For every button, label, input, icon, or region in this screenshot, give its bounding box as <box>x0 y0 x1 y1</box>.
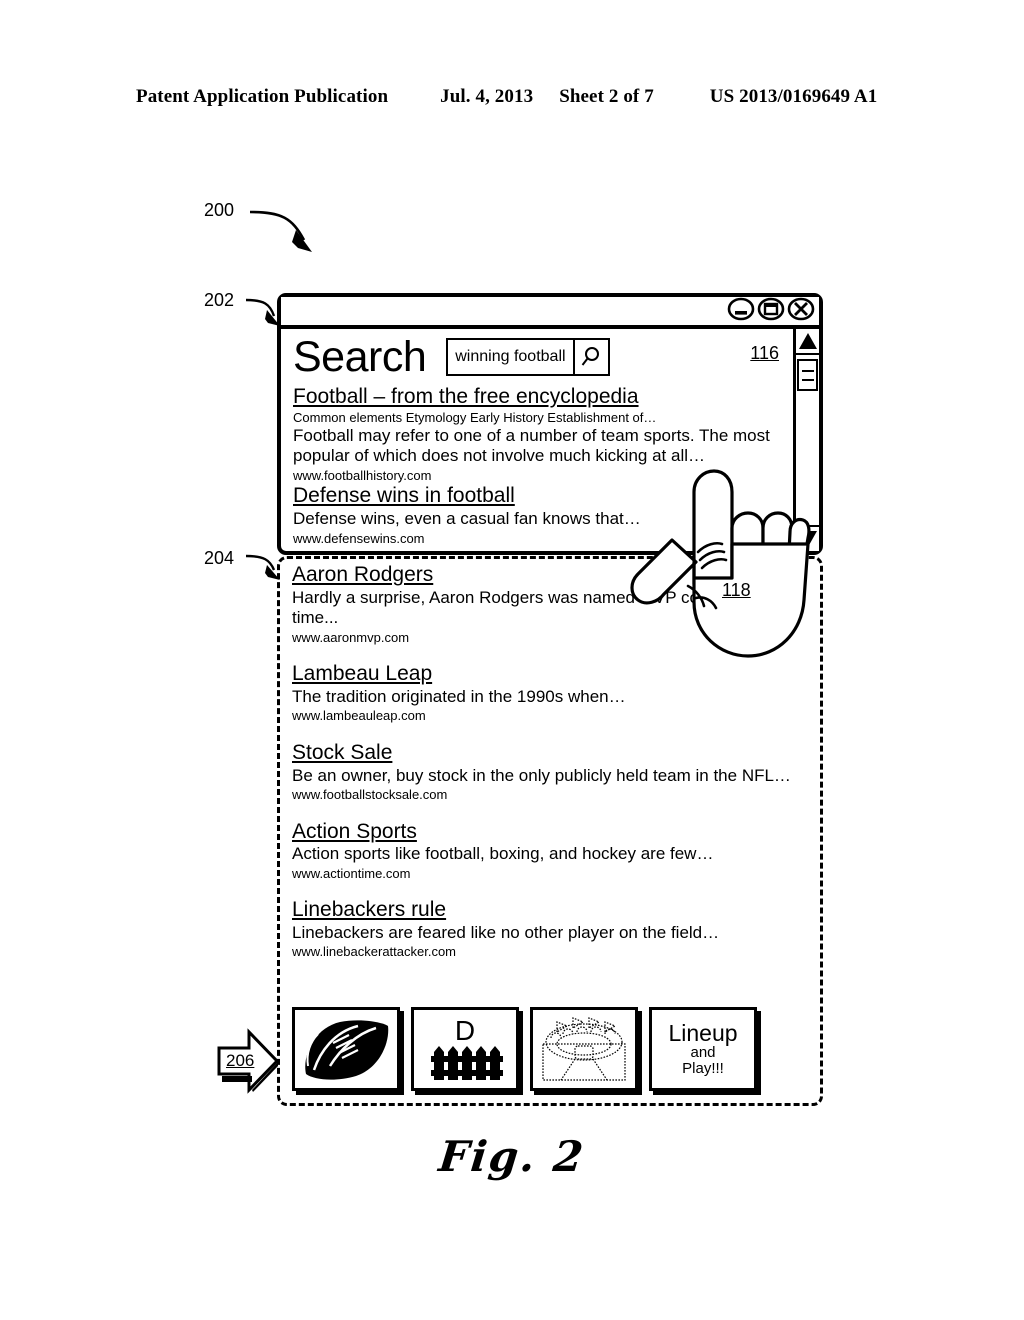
result-snippet: Football may refer to one of a number of… <box>293 426 770 466</box>
patent-header: Patent Application Publication Jul. 4, 2… <box>136 86 888 108</box>
publication-label: Patent Application Publication <box>136 86 389 107</box>
offscreen-content-region: Aaron Rodgers Hardly a surprise, Aaron R… <box>277 556 823 1106</box>
window-controls <box>727 295 815 323</box>
result-url[interactable]: www.aaronmvp.com <box>292 629 814 647</box>
search-result-item[interactable]: Linebackers rule Linebackers are feared … <box>292 898 814 961</box>
magnifier-icon[interactable] <box>572 340 608 374</box>
result-url[interactable]: www.linebackerattacker.com <box>292 943 814 961</box>
offscreen-results-list: Aaron Rodgers Hardly a surprise, Aaron R… <box>292 563 814 961</box>
search-input[interactable]: winning football <box>448 340 572 374</box>
result-url[interactable]: www.defensewins.com <box>293 530 793 548</box>
search-result-item[interactable]: Stock Sale Be an owner, buy stock in the… <box>292 741 814 804</box>
stadium-icon <box>542 1017 626 1081</box>
result-url[interactable]: www.footballhistory.com <box>293 467 793 485</box>
result-title[interactable]: Linebackers rule <box>292 898 814 923</box>
result-title[interactable]: Stock Sale <box>292 741 814 766</box>
thumbnail-stadium[interactable] <box>530 1007 638 1091</box>
scrollbar-grip-icon <box>801 369 814 381</box>
window-body: Search winning football 116 Football – f… <box>281 329 819 551</box>
result-title[interactable]: Football – from the free encyclopedia <box>293 385 793 410</box>
result-url[interactable]: www.footballstocksale.com <box>292 786 814 804</box>
result-title[interactable]: Defense wins in football <box>293 484 793 509</box>
defense-fence-icon: D <box>431 1015 503 1080</box>
ref-numeral-204: 204 <box>204 548 235 568</box>
scroll-up-icon[interactable] <box>796 329 819 353</box>
result-snippet: Action sports like football, boxing, and… <box>292 844 714 864</box>
publication-date: Jul. 4, 2013 <box>440 86 534 107</box>
close-button[interactable] <box>787 295 815 323</box>
result-url[interactable]: www.actiontime.com <box>292 865 814 883</box>
lineup-sub1: and <box>690 1044 716 1062</box>
result-snippet: Be an owner, buy stock in the only publi… <box>292 765 791 785</box>
ref-numeral-118: 118 <box>722 580 751 600</box>
leader-line-200 <box>249 210 312 252</box>
ref-numeral-206: 206 <box>226 1051 255 1070</box>
maximize-button[interactable] <box>757 295 785 323</box>
result-snippet: The tradition originated in the 1990s wh… <box>292 686 626 706</box>
scroll-down-icon[interactable] <box>796 527 819 551</box>
football-icon <box>305 1020 389 1080</box>
lineup-title: Lineup <box>668 1020 738 1047</box>
result-title[interactable]: Lambeau Leap <box>292 662 814 687</box>
search-heading: Search <box>293 332 427 381</box>
ref-numeral-202: 202 <box>204 290 235 310</box>
search-box[interactable]: winning football <box>446 338 610 376</box>
ref-numeral-116: 116 <box>750 343 779 363</box>
result-snippet: Defense wins, even a casual fan knows th… <box>293 509 641 529</box>
browser-window[interactable]: Search winning football 116 Football – f… <box>277 293 823 555</box>
search-bar-row: Search winning football 116 <box>293 329 793 385</box>
result-title[interactable]: Action Sports <box>292 820 814 845</box>
publication-number: US 2013/0169649 A1 <box>709 86 878 107</box>
content-pane: Search winning football 116 Football – f… <box>281 329 793 551</box>
result-meta: Common elements Etymology Early History … <box>293 409 657 425</box>
ref-numeral-200: 200 <box>204 200 235 220</box>
thumbnail-strip-marker: 206 <box>216 1026 280 1096</box>
search-result-item[interactable]: Aaron Rodgers Hardly a surprise, Aaron R… <box>292 563 814 646</box>
thumbnail-football[interactable] <box>292 1007 400 1091</box>
lineup-sub2: Play!!! <box>682 1060 724 1078</box>
thumbnail-lineup[interactable]: Lineup and Play!!! <box>649 1007 757 1091</box>
search-result-item[interactable]: Action Sports Action sports like footbal… <box>292 820 814 883</box>
vertical-scrollbar[interactable] <box>793 329 819 551</box>
search-result-item[interactable]: Defense wins in football Defense wins, e… <box>293 484 793 547</box>
sheet-label: Sheet 2 of 7 <box>559 86 654 107</box>
figure-caption: Fig. 2 <box>436 1132 588 1181</box>
result-snippet: Linebackers are feared like no other pla… <box>292 922 720 942</box>
minimize-button[interactable] <box>727 295 755 323</box>
thumbnail-defense[interactable]: D <box>411 1007 519 1091</box>
window-title-bar[interactable] <box>281 297 819 329</box>
search-result-item[interactable]: Lambeau Leap The tradition originated in… <box>292 662 814 725</box>
result-url[interactable]: www.lambeauleap.com <box>292 707 814 725</box>
scrollbar-track[interactable] <box>796 353 819 527</box>
thumbnail-strip: D Lineup and Play!!! <box>292 1007 757 1091</box>
svg-text:D: D <box>455 1015 475 1046</box>
search-result-item[interactable]: Football – from the free encyclopedia Co… <box>293 385 793 484</box>
scrollbar-thumb[interactable] <box>797 359 818 391</box>
